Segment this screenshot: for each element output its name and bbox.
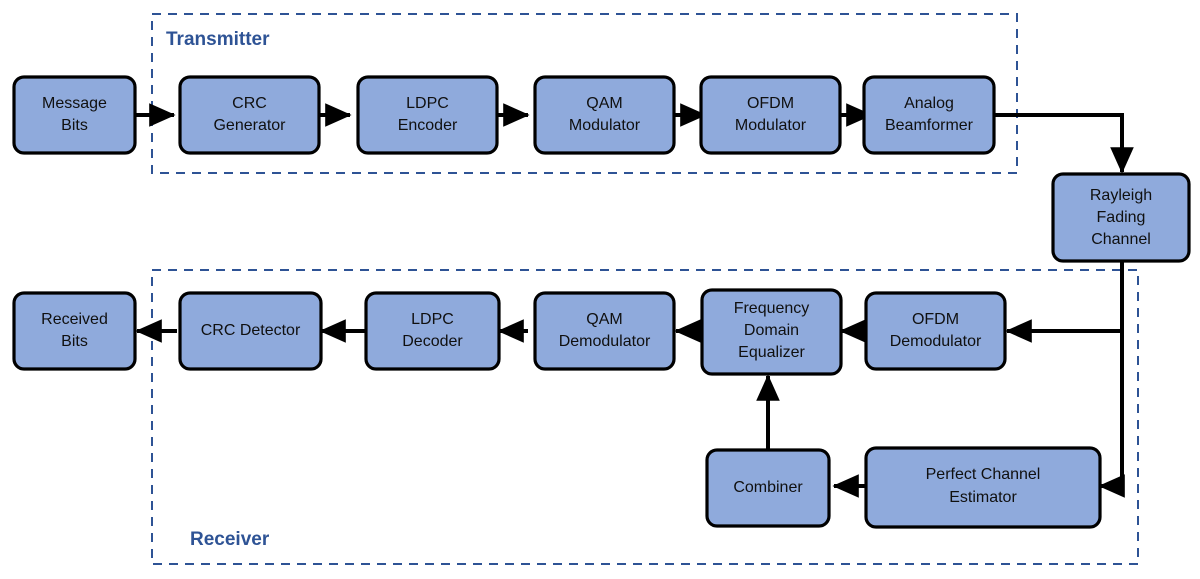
block-perfect-channel-estimator[interactable]: Perfect Channel Estimator (864, 446, 1102, 529)
block-frequency-domain-equalizer-line-2: Domain (744, 322, 799, 339)
block-crc-detector-line-1: CRC Detector (201, 322, 301, 339)
block-analog-beamformer-line-2: Beamformer (885, 117, 974, 134)
block-diagram-canvas: Transmitter Receiver Message Bits CRC Ge… (0, 0, 1200, 579)
block-ofdm-demodulator-line-2: Demodulator (890, 333, 982, 350)
block-analog-beamformer-shape[interactable] (862, 75, 996, 155)
block-ldpc-decoder-line-1: LDPC (411, 311, 454, 328)
block-ldpc-decoder-shape[interactable] (364, 291, 501, 371)
block-qam-modulator-line-2: Modulator (569, 117, 641, 134)
receiver-group-label: Receiver (190, 529, 270, 550)
transmitter-group-label: Transmitter (166, 29, 270, 50)
block-frequency-domain-equalizer-line-3: Equalizer (738, 344, 805, 361)
block-ofdm-modulator-line-1: OFDM (747, 95, 794, 112)
block-received-bits[interactable]: Received Bits (12, 291, 137, 371)
block-qam-demodulator-line-2: Demodulator (559, 333, 651, 350)
block-ofdm-demodulator-line-1: OFDM (912, 311, 959, 328)
block-ofdm-demodulator-shape[interactable] (864, 291, 1007, 371)
block-rayleigh-fading-channel-line-1: Rayleigh (1090, 187, 1152, 204)
connection-analog-beamformer-to-rayleigh-channel (994, 113, 1134, 174)
block-crc-generator-line-1: CRC (232, 95, 267, 112)
block-perfect-channel-estimator-line-2: Estimator (949, 489, 1017, 506)
block-received-bits-line-2: Bits (61, 333, 88, 350)
block-qam-demodulator[interactable]: QAM Demodulator (533, 291, 676, 371)
block-ldpc-decoder[interactable]: LDPC Decoder (364, 291, 501, 371)
block-perfect-channel-estimator-shape[interactable] (864, 446, 1102, 529)
block-qam-demodulator-line-1: QAM (586, 311, 622, 328)
block-ldpc-encoder-line-1: LDPC (406, 95, 449, 112)
block-qam-modulator-line-1: QAM (586, 95, 622, 112)
block-combiner-line-1: Combiner (733, 479, 803, 496)
block-qam-modulator-shape[interactable] (533, 75, 676, 155)
block-ldpc-decoder-line-2: Decoder (402, 333, 463, 350)
block-received-bits-shape[interactable] (12, 291, 137, 371)
block-crc-generator-shape[interactable] (178, 75, 321, 155)
block-rayleigh-fading-channel-line-3: Channel (1091, 231, 1151, 248)
block-ofdm-demodulator[interactable]: OFDM Demodulator (864, 291, 1007, 371)
block-ofdm-modulator-shape[interactable] (699, 75, 842, 155)
block-rayleigh-fading-channel-line-2: Fading (1097, 209, 1146, 226)
block-frequency-domain-equalizer-line-1: Frequency (734, 300, 810, 317)
block-ldpc-encoder-line-2: Encoder (398, 117, 458, 134)
block-message-bits-line-1: Message (42, 95, 107, 112)
block-message-bits-line-2: Bits (61, 117, 88, 134)
block-combiner[interactable]: Combiner (705, 448, 831, 528)
block-message-bits-shape[interactable] (12, 75, 137, 155)
block-analog-beamformer-line-1: Analog (904, 95, 954, 112)
block-message-bits[interactable]: Message Bits (12, 75, 137, 155)
block-ldpc-encoder[interactable]: LDPC Encoder (356, 75, 499, 155)
block-qam-demodulator-shape[interactable] (533, 291, 676, 371)
block-rayleigh-fading-channel[interactable]: Rayleigh Fading Channel (1051, 172, 1191, 263)
block-ofdm-modulator[interactable]: OFDM Modulator (699, 75, 842, 155)
block-crc-detector[interactable]: CRC Detector (178, 291, 323, 371)
block-crc-generator[interactable]: CRC Generator (178, 75, 321, 155)
block-ofdm-modulator-line-2: Modulator (735, 117, 807, 134)
block-perfect-channel-estimator-line-1: Perfect Channel (926, 466, 1041, 483)
block-crc-generator-line-2: Generator (213, 117, 286, 134)
block-ldpc-encoder-shape[interactable] (356, 75, 499, 155)
block-qam-modulator[interactable]: QAM Modulator (533, 75, 676, 155)
block-received-bits-line-1: Received (41, 311, 108, 328)
block-analog-beamformer[interactable]: Analog Beamformer (862, 75, 996, 155)
block-frequency-domain-equalizer[interactable]: Frequency Domain Equalizer (700, 288, 843, 376)
communication-system-diagram: Transmitter Receiver Message Bits CRC Ge… (12, 13, 1191, 565)
